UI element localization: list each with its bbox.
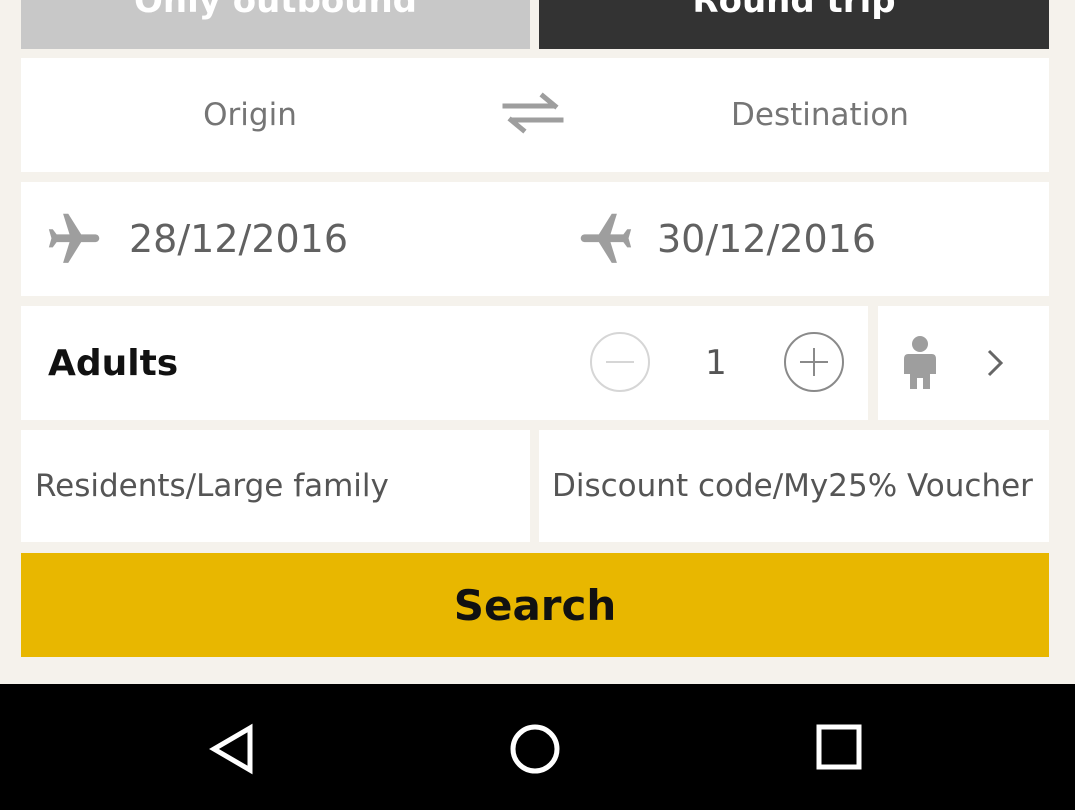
- search-button[interactable]: Search: [21, 553, 1049, 657]
- discount-code-button[interactable]: Discount code/My25% Voucher: [539, 430, 1049, 542]
- minus-circle-icon[interactable]: [590, 332, 650, 392]
- dates-row: 28/12/2016 30/12/2016: [21, 182, 1049, 296]
- chevron-right-icon: [987, 349, 1004, 377]
- back-triangle-icon[interactable]: [206, 722, 260, 776]
- adults-count: 1: [705, 343, 727, 383]
- child-icon: [904, 336, 936, 389]
- residents-large-family-button[interactable]: Residents/Large family: [21, 430, 530, 542]
- plane-takeoff-icon: [48, 213, 100, 263]
- discount-label: Discount code/My25% Voucher: [552, 468, 1033, 504]
- return-date-field[interactable]: 30/12/2016: [657, 182, 876, 296]
- round-trip-label: Round trip: [692, 0, 896, 21]
- adults-label: Adults: [48, 342, 179, 384]
- only-outbound-tab[interactable]: Only outbound: [21, 0, 530, 49]
- recents-square-icon[interactable]: [814, 722, 864, 772]
- residents-label: Residents/Large family: [35, 468, 389, 504]
- adults-row: Adults 1: [21, 306, 868, 420]
- departure-date-field[interactable]: 28/12/2016: [129, 182, 348, 296]
- home-circle-icon[interactable]: [508, 722, 562, 776]
- search-label: Search: [453, 580, 617, 630]
- children-button[interactable]: [878, 306, 1049, 420]
- only-outbound-label: Only outbound: [133, 0, 418, 21]
- round-trip-tab[interactable]: Round trip: [539, 0, 1049, 49]
- plus-circle-icon[interactable]: [784, 332, 844, 392]
- swap-arrows-icon[interactable]: [501, 88, 565, 138]
- plane-landing-icon: [580, 213, 632, 263]
- route-row: Origin Destination: [21, 58, 1049, 172]
- destination-field[interactable]: Destination: [591, 58, 1049, 172]
- origin-field[interactable]: Origin: [21, 58, 479, 172]
